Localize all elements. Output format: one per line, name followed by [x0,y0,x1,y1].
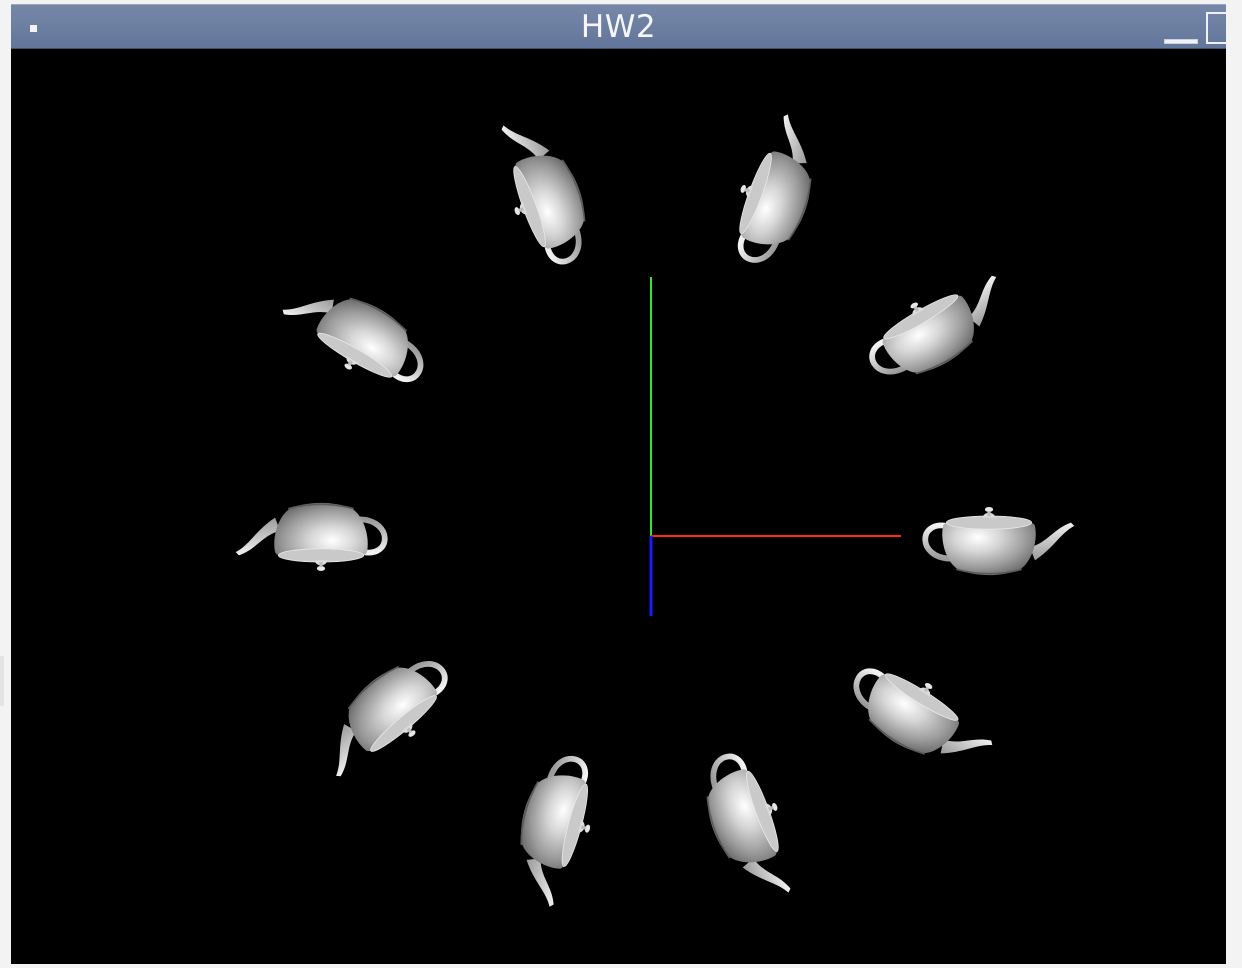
minimize-button[interactable] [1164,39,1198,44]
teapot-5 [236,503,385,571]
teapot-8 [691,746,806,909]
teapot-4 [273,267,436,400]
maximize-button[interactable] [1206,12,1226,44]
teapot-6 [304,642,462,790]
app-window: HW2 [11,4,1226,964]
desktop-edge [0,656,4,706]
window-title: HW2 [580,9,657,45]
teapot-0 [925,507,1074,575]
teapot-7 [502,750,606,912]
scene-svg [11,49,1226,964]
teapot-3 [486,109,601,272]
teapot-1 [858,261,1021,394]
title-bar[interactable]: HW2 [11,4,1226,49]
teapot-9 [840,650,1002,787]
teapot-2 [719,108,834,271]
gl-viewport[interactable] [11,49,1226,964]
